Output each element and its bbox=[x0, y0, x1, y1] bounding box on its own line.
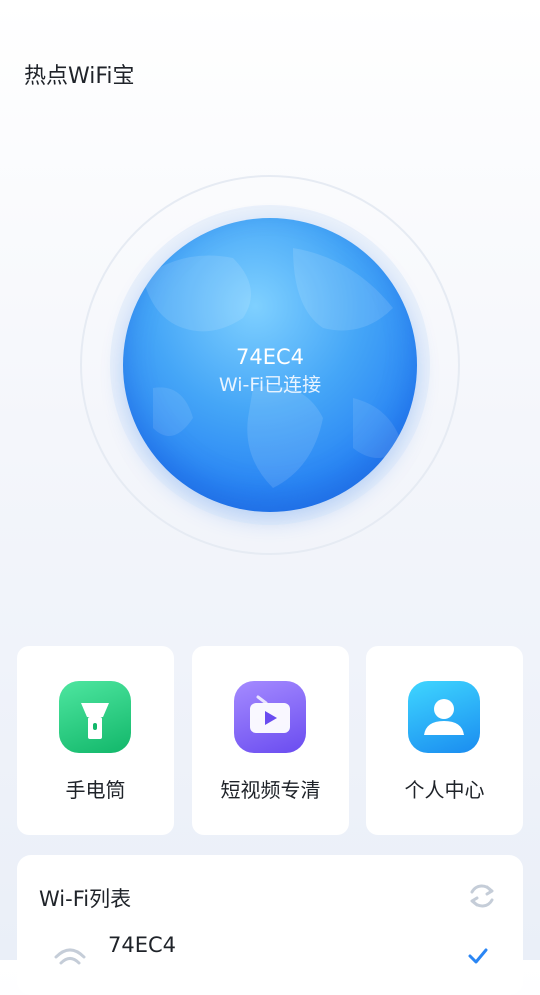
flashlight-label: 手电筒 bbox=[65, 778, 126, 802]
flashlight-card[interactable]: 手电筒 bbox=[17, 646, 174, 835]
profile-card[interactable]: 个人中心 bbox=[366, 646, 523, 835]
globe: 74EC4 Wi-Fi已连接 bbox=[123, 218, 417, 512]
wifi-list-title: Wi-Fi列表 bbox=[39, 887, 132, 911]
video-clean-icon bbox=[234, 681, 306, 753]
connected-check-icon bbox=[467, 945, 489, 967]
connection-status-text: Wi-Fi已连接 bbox=[218, 374, 322, 396]
app-title: 热点WiFi宝 bbox=[24, 64, 135, 89]
profile-label: 个人中心 bbox=[404, 778, 485, 802]
connected-ssid: 74EC4 bbox=[235, 345, 304, 369]
wifi-item-ssid: 74EC4 bbox=[108, 933, 177, 957]
flashlight-icon bbox=[59, 681, 131, 753]
profile-icon bbox=[408, 681, 480, 753]
wifi-list-item[interactable]: 74EC4 bbox=[17, 933, 523, 973]
wifi-list-panel: Wi-Fi列表 74EC4 bbox=[17, 855, 523, 995]
video-clean-card[interactable]: 短视频专清 bbox=[192, 646, 349, 835]
wifi-signal-icon bbox=[53, 945, 87, 975]
refresh-icon[interactable] bbox=[465, 879, 499, 913]
connection-status-globe[interactable]: 74EC4 Wi-Fi已连接 bbox=[80, 175, 460, 555]
video-clean-label: 短视频专清 bbox=[220, 778, 321, 802]
